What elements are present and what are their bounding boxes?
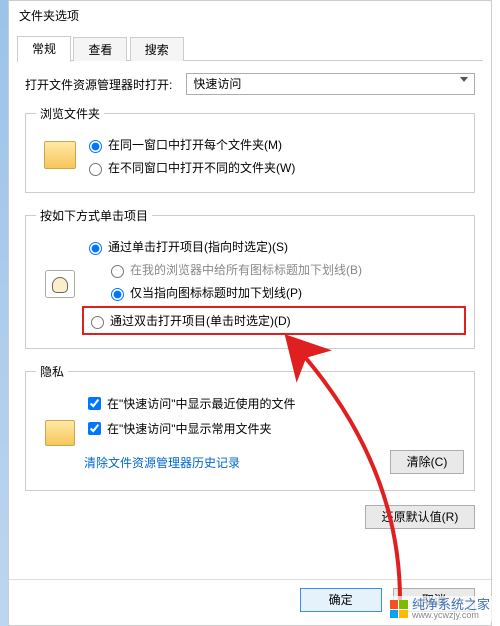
radio-same-window[interactable]: 在同一窗口中打开每个文件夹(M) bbox=[84, 133, 464, 156]
radio-underline-point-label: 仅当指向图标标题时加下划线(P) bbox=[130, 284, 302, 301]
radio-double-click-label: 通过双击打开项目(单击时选定)(D) bbox=[110, 312, 291, 329]
check-frequent-folders-input[interactable] bbox=[88, 422, 101, 435]
open-in-label: 打开文件资源管理器时打开: bbox=[25, 76, 172, 93]
check-frequent-folders[interactable]: 在"快速访问"中显示常用文件夹 bbox=[84, 416, 464, 441]
click-icon-cell bbox=[36, 270, 84, 301]
check-recent-files[interactable]: 在"快速访问"中显示最近使用的文件 bbox=[84, 391, 464, 416]
click-legend: 按如下方式单击项目 bbox=[36, 207, 152, 224]
privacy-group: 隐私 在"快速访问"中显示最近使用的文件 在"快速访问"中显示常用文件夹 清 bbox=[25, 363, 475, 491]
open-in-value: 快速访问 bbox=[193, 77, 241, 91]
radio-new-window-label: 在不同窗口中打开不同的文件夹(W) bbox=[108, 159, 295, 176]
watermark: 纯净系统之家 www.ycwzjy.com bbox=[386, 596, 494, 622]
privacy-icon-cell bbox=[36, 420, 84, 449]
folder-clock-icon bbox=[45, 420, 75, 446]
restore-defaults-button[interactable]: 还原默认值(R) bbox=[365, 505, 475, 529]
ok-button[interactable]: 确定 bbox=[300, 588, 382, 612]
highlight-box: 通过双击打开项目(单击时选定)(D) bbox=[82, 306, 466, 335]
folder-options-dialog: 文件夹选项 常规 查看 搜索 打开文件资源管理器时打开: 快速访问 浏览文件夹 bbox=[8, 0, 492, 626]
radio-new-window[interactable]: 在不同窗口中打开不同的文件夹(W) bbox=[84, 156, 464, 179]
check-frequent-folders-label: 在"快速访问"中显示常用文件夹 bbox=[107, 420, 272, 437]
pointer-hand-icon bbox=[45, 270, 75, 298]
tab-bar: 常规 查看 搜索 bbox=[17, 35, 483, 61]
browse-icon-cell bbox=[36, 141, 84, 172]
radio-new-window-input[interactable] bbox=[89, 163, 102, 176]
radio-single-click[interactable]: 通过单击打开项目(指向时选定)(S) bbox=[84, 235, 464, 258]
radio-single-click-input[interactable] bbox=[89, 242, 102, 255]
tab-general[interactable]: 常规 bbox=[17, 36, 71, 62]
open-in-select[interactable]: 快速访问 bbox=[186, 73, 475, 95]
restore-row: 还原默认值(R) bbox=[25, 505, 475, 529]
tab-content: 打开文件资源管理器时打开: 快速访问 浏览文件夹 在同一窗口中打开每个文件夹(M… bbox=[9, 61, 491, 529]
titlebar: 文件夹选项 bbox=[9, 1, 491, 31]
radio-single-click-label: 通过单击打开项目(指向时选定)(S) bbox=[108, 238, 288, 255]
click-items-group: 按如下方式单击项目 通过单击打开项目(指向时选定)(S) 在我的浏览器中给所有图… bbox=[25, 207, 475, 349]
radio-underline-point[interactable]: 仅当指向图标标题时加下划线(P) bbox=[84, 281, 464, 304]
privacy-legend: 隐私 bbox=[36, 363, 68, 380]
browse-folders-group: 浏览文件夹 在同一窗口中打开每个文件夹(M) 在不同窗口中打开不同的文件夹(W) bbox=[25, 105, 475, 193]
radio-underline-all-label: 在我的浏览器中给所有图标标题加下划线(B) bbox=[130, 261, 362, 278]
browse-legend: 浏览文件夹 bbox=[36, 105, 104, 122]
radio-double-click-input[interactable] bbox=[91, 316, 104, 329]
radio-underline-point-input[interactable] bbox=[111, 288, 124, 301]
tab-view[interactable]: 查看 bbox=[73, 37, 127, 61]
radio-underline-all[interactable]: 在我的浏览器中给所有图标标题加下划线(B) bbox=[84, 258, 464, 281]
radio-same-window-label: 在同一窗口中打开每个文件夹(M) bbox=[108, 136, 282, 153]
clear-history-link[interactable]: 清除文件资源管理器历史记录 bbox=[84, 454, 240, 471]
folder-stack-icon bbox=[44, 141, 76, 169]
check-recent-files-label: 在"快速访问"中显示最近使用的文件 bbox=[107, 395, 296, 412]
radio-same-window-input[interactable] bbox=[89, 140, 102, 153]
watermark-url: www.ycwzjy.com bbox=[412, 611, 490, 620]
window-title: 文件夹选项 bbox=[19, 9, 79, 23]
chevron-down-icon bbox=[460, 77, 468, 82]
open-in-row: 打开文件资源管理器时打开: 快速访问 bbox=[25, 73, 475, 95]
check-recent-files-input[interactable] bbox=[88, 397, 101, 410]
clear-button[interactable]: 清除(C) bbox=[390, 450, 464, 474]
radio-double-click[interactable]: 通过双击打开项目(单击时选定)(D) bbox=[86, 309, 462, 332]
tab-search[interactable]: 搜索 bbox=[130, 37, 184, 61]
left-edge-strip bbox=[0, 0, 8, 626]
radio-underline-all-input[interactable] bbox=[111, 265, 124, 278]
watermark-logo-icon bbox=[390, 600, 408, 618]
